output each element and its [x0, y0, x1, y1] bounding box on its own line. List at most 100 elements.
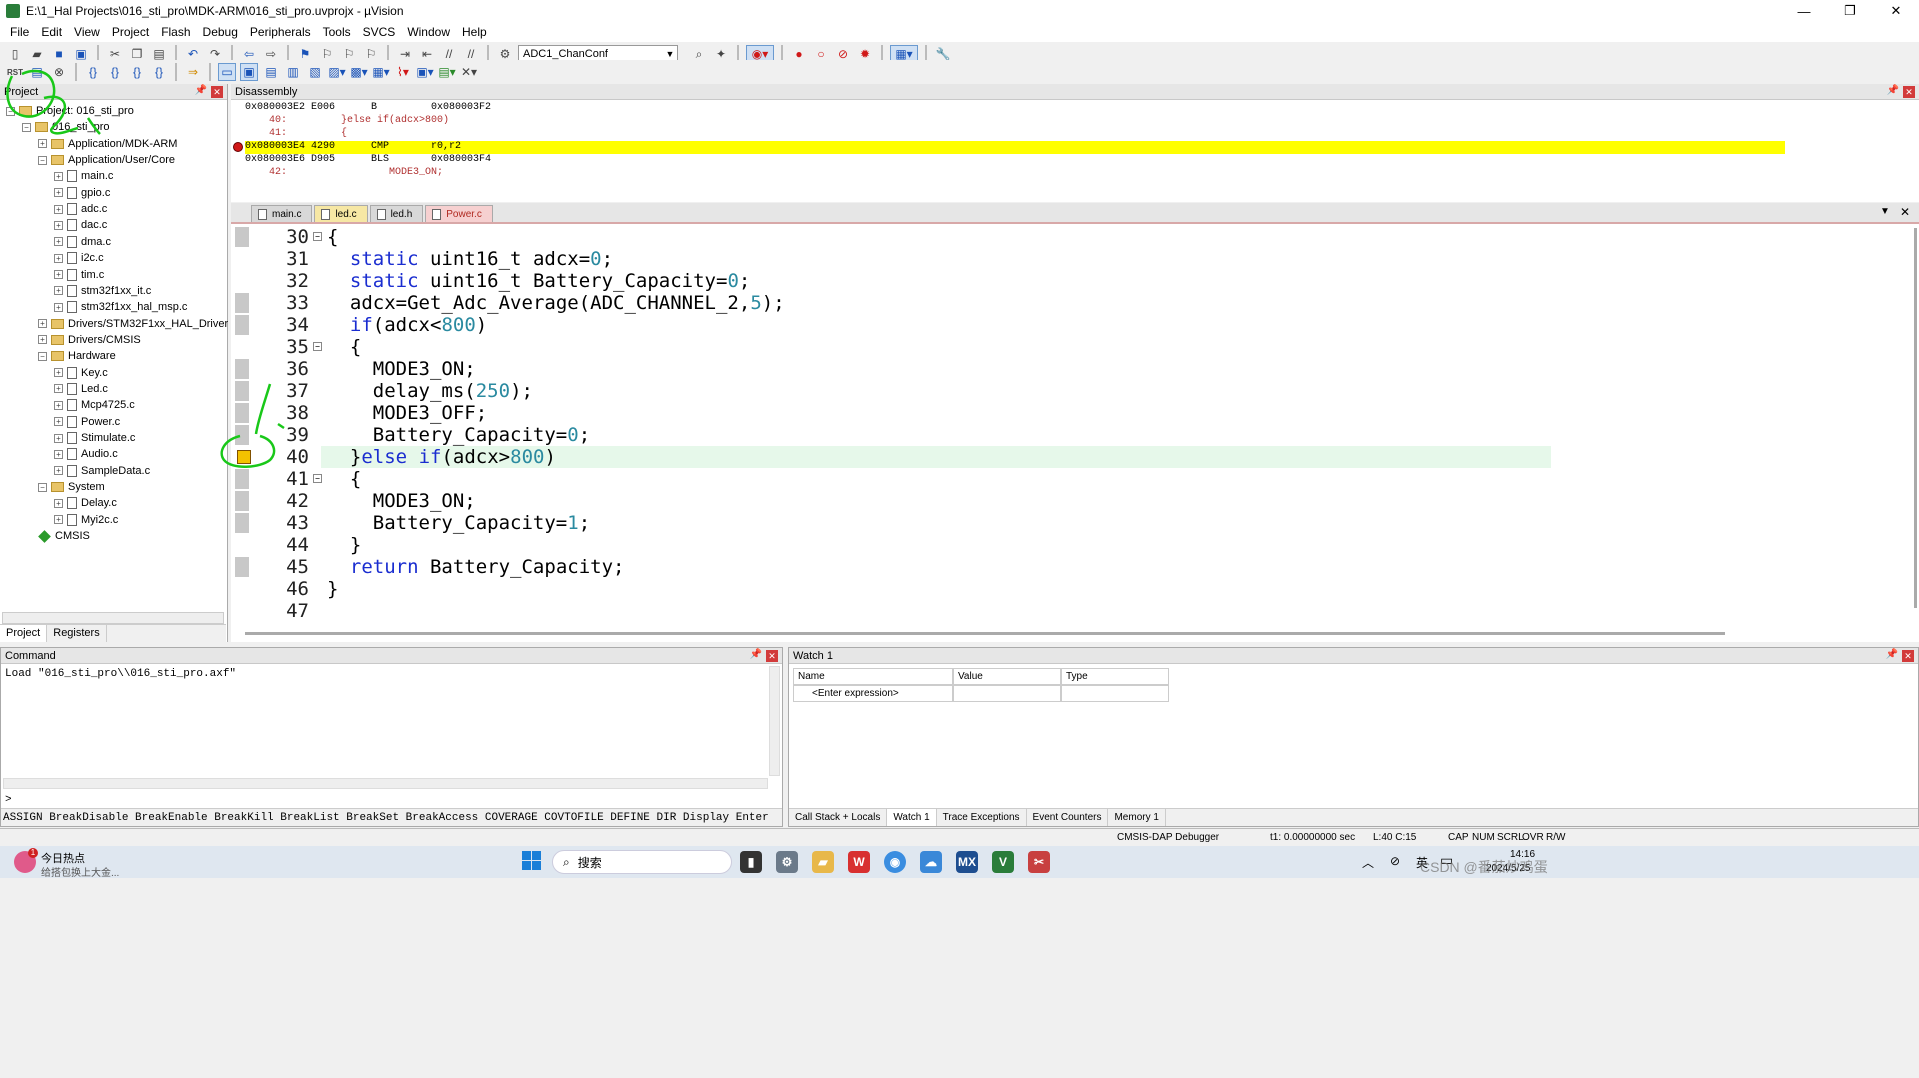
reset-icon[interactable]: RST: [6, 63, 24, 81]
editor-horizontal-scrollbar[interactable]: [245, 632, 1725, 635]
step-over-icon[interactable]: {}: [106, 63, 124, 81]
settings-gear-icon[interactable]: ⚙: [776, 851, 798, 873]
tree-item[interactable]: − Hardware: [38, 348, 116, 364]
taskbar-search-box[interactable]: ⌕ 搜索: [552, 850, 732, 874]
code-line[interactable]: 46}: [231, 578, 1891, 600]
menu-flash[interactable]: Flash: [155, 25, 196, 39]
expand-icon[interactable]: +: [54, 384, 63, 394]
news-subtitle[interactable]: 给搭包换上大金...: [41, 864, 119, 879]
executable-line-marker[interactable]: [235, 425, 249, 445]
tree-item[interactable]: + Key.c: [54, 365, 108, 381]
tree-item[interactable]: + dac.c: [54, 217, 107, 233]
tab-watch-1[interactable]: Watch 1: [887, 809, 937, 826]
tree-item[interactable]: + Audio.c: [54, 446, 118, 462]
expand-icon[interactable]: +: [54, 253, 63, 263]
expand-icon[interactable]: +: [54, 449, 63, 459]
code-line[interactable]: 36 MODE3_ON;: [231, 358, 1891, 380]
minimize-button[interactable]: —: [1781, 0, 1827, 22]
tree-horizontal-scrollbar[interactable]: [2, 612, 224, 624]
code-line[interactable]: 38 MODE3_OFF;: [231, 402, 1891, 424]
tree-item[interactable]: − System: [38, 479, 105, 495]
fold-toggle-icon[interactable]: −: [313, 232, 322, 241]
show-next-statement-icon[interactable]: ⇒: [184, 63, 202, 81]
expand-icon[interactable]: +: [54, 237, 63, 247]
stm32cubemx-icon[interactable]: MX: [956, 851, 978, 873]
expand-icon[interactable]: +: [54, 171, 63, 181]
menu-view[interactable]: View: [68, 25, 106, 39]
code-line[interactable]: 43 Battery_Capacity=1;: [231, 512, 1891, 534]
tree-item[interactable]: + Application/MDK-ARM: [38, 136, 177, 152]
tree-item[interactable]: + i2c.c: [54, 250, 104, 266]
menu-project[interactable]: Project: [106, 25, 155, 39]
tree-item[interactable]: CMSIS: [38, 528, 90, 544]
command-prompt[interactable]: >: [5, 794, 12, 806]
stop-icon[interactable]: ⊗: [50, 63, 68, 81]
expand-icon[interactable]: +: [54, 368, 63, 378]
symbols-window-icon[interactable]: ▤: [262, 63, 280, 81]
task-view-icon[interactable]: ▮: [740, 851, 762, 873]
wps-office-icon[interactable]: W: [848, 851, 870, 873]
pin-icon[interactable]: 📌: [750, 649, 762, 660]
code-line[interactable]: 44 }: [231, 534, 1891, 556]
expand-icon[interactable]: +: [38, 139, 47, 149]
executable-line-marker[interactable]: [235, 227, 249, 247]
editor-tab[interactable]: Power.c: [425, 205, 493, 222]
pin-icon[interactable]: 📌: [1886, 649, 1898, 660]
expand-icon[interactable]: +: [54, 433, 63, 443]
code-line[interactable]: 33 adcx=Get_Adc_Average(ADC_CHANNEL_2,5)…: [231, 292, 1891, 314]
analysis-window-icon[interactable]: ⌇▾: [394, 63, 412, 81]
expand-icon[interactable]: +: [54, 400, 63, 410]
tree-item[interactable]: + Myi2c.c: [54, 512, 118, 528]
tree-item[interactable]: − Project: 016_sti_pro: [6, 103, 134, 119]
close-icon[interactable]: ✕: [211, 86, 223, 98]
command-vertical-scrollbar[interactable]: [769, 666, 780, 776]
code-line[interactable]: 42 MODE3_ON;: [231, 490, 1891, 512]
editor-tab[interactable]: led.c: [314, 205, 368, 222]
executable-line-marker[interactable]: [235, 491, 249, 511]
call-stack-window-icon[interactable]: ▧: [306, 63, 324, 81]
expand-icon[interactable]: +: [54, 270, 63, 279]
expand-icon[interactable]: +: [54, 417, 63, 427]
watch-window-icon[interactable]: ▨▾: [328, 63, 346, 81]
executable-line-marker[interactable]: [235, 469, 249, 489]
disassembly-line[interactable]: 0x080003E2 E006 B 0x080003F2: [245, 102, 491, 115]
tree-item[interactable]: + Led.c: [54, 381, 108, 397]
code-line[interactable]: 39 Battery_Capacity=0;: [231, 424, 1891, 446]
disassembly-line[interactable]: 41: {: [245, 128, 347, 141]
maximize-button[interactable]: ❐: [1827, 0, 1873, 22]
tray-network-icon[interactable]: ⊘: [1390, 854, 1400, 868]
pin-icon[interactable]: 📌: [195, 85, 207, 96]
expand-icon[interactable]: +: [54, 302, 63, 312]
collapse-icon[interactable]: −: [38, 155, 47, 165]
code-line[interactable]: 45 return Battery_Capacity;: [231, 556, 1891, 578]
file-explorer-icon[interactable]: ▰: [812, 851, 834, 873]
system-viewer-icon[interactable]: ▤▾: [438, 63, 456, 81]
editor-tab[interactable]: main.c: [251, 205, 313, 222]
code-editor[interactable]: 30−{31 static uint16_t adcx=0; 32 static …: [231, 222, 1919, 642]
close-icon[interactable]: ✕: [766, 650, 778, 662]
serial-window-icon[interactable]: ▦▾: [372, 63, 390, 81]
executable-line-marker[interactable]: [235, 315, 249, 335]
disassembly-line[interactable]: 0x080003E6 D905 BLS 0x080003F4: [245, 154, 491, 167]
editor-vertical-scrollbar[interactable]: [1914, 228, 1917, 608]
tree-item[interactable]: + SampleData.c: [54, 463, 150, 479]
tree-item[interactable]: − 016_sti_pro: [22, 119, 110, 135]
code-line[interactable]: 35− {: [231, 336, 1891, 358]
disassembly-line[interactable]: 40: }else if(adcx>800): [245, 115, 449, 128]
menu-peripherals[interactable]: Peripherals: [244, 25, 317, 39]
tree-item[interactable]: + stm32f1xx_it.c: [54, 283, 151, 299]
expand-icon[interactable]: +: [38, 335, 47, 345]
expand-icon[interactable]: +: [54, 466, 63, 476]
tray-chevron-up-icon[interactable]: ︿: [1362, 854, 1374, 871]
executable-line-marker[interactable]: [235, 293, 249, 313]
snipping-tool-icon[interactable]: ✂: [1028, 851, 1050, 873]
tree-item[interactable]: + adc.c: [54, 201, 107, 217]
tree-item[interactable]: + Delay.c: [54, 495, 117, 511]
expand-icon[interactable]: +: [54, 204, 63, 214]
menu-debug[interactable]: Debug: [197, 25, 244, 39]
menu-help[interactable]: Help: [456, 25, 493, 39]
enter-expression-field[interactable]: <Enter expression>: [793, 685, 953, 702]
tab-list-dropdown-icon[interactable]: ▼: [1880, 206, 1890, 217]
tab-memory-1[interactable]: Memory 1: [1108, 809, 1166, 826]
menu-svcs[interactable]: SVCS: [357, 25, 402, 39]
